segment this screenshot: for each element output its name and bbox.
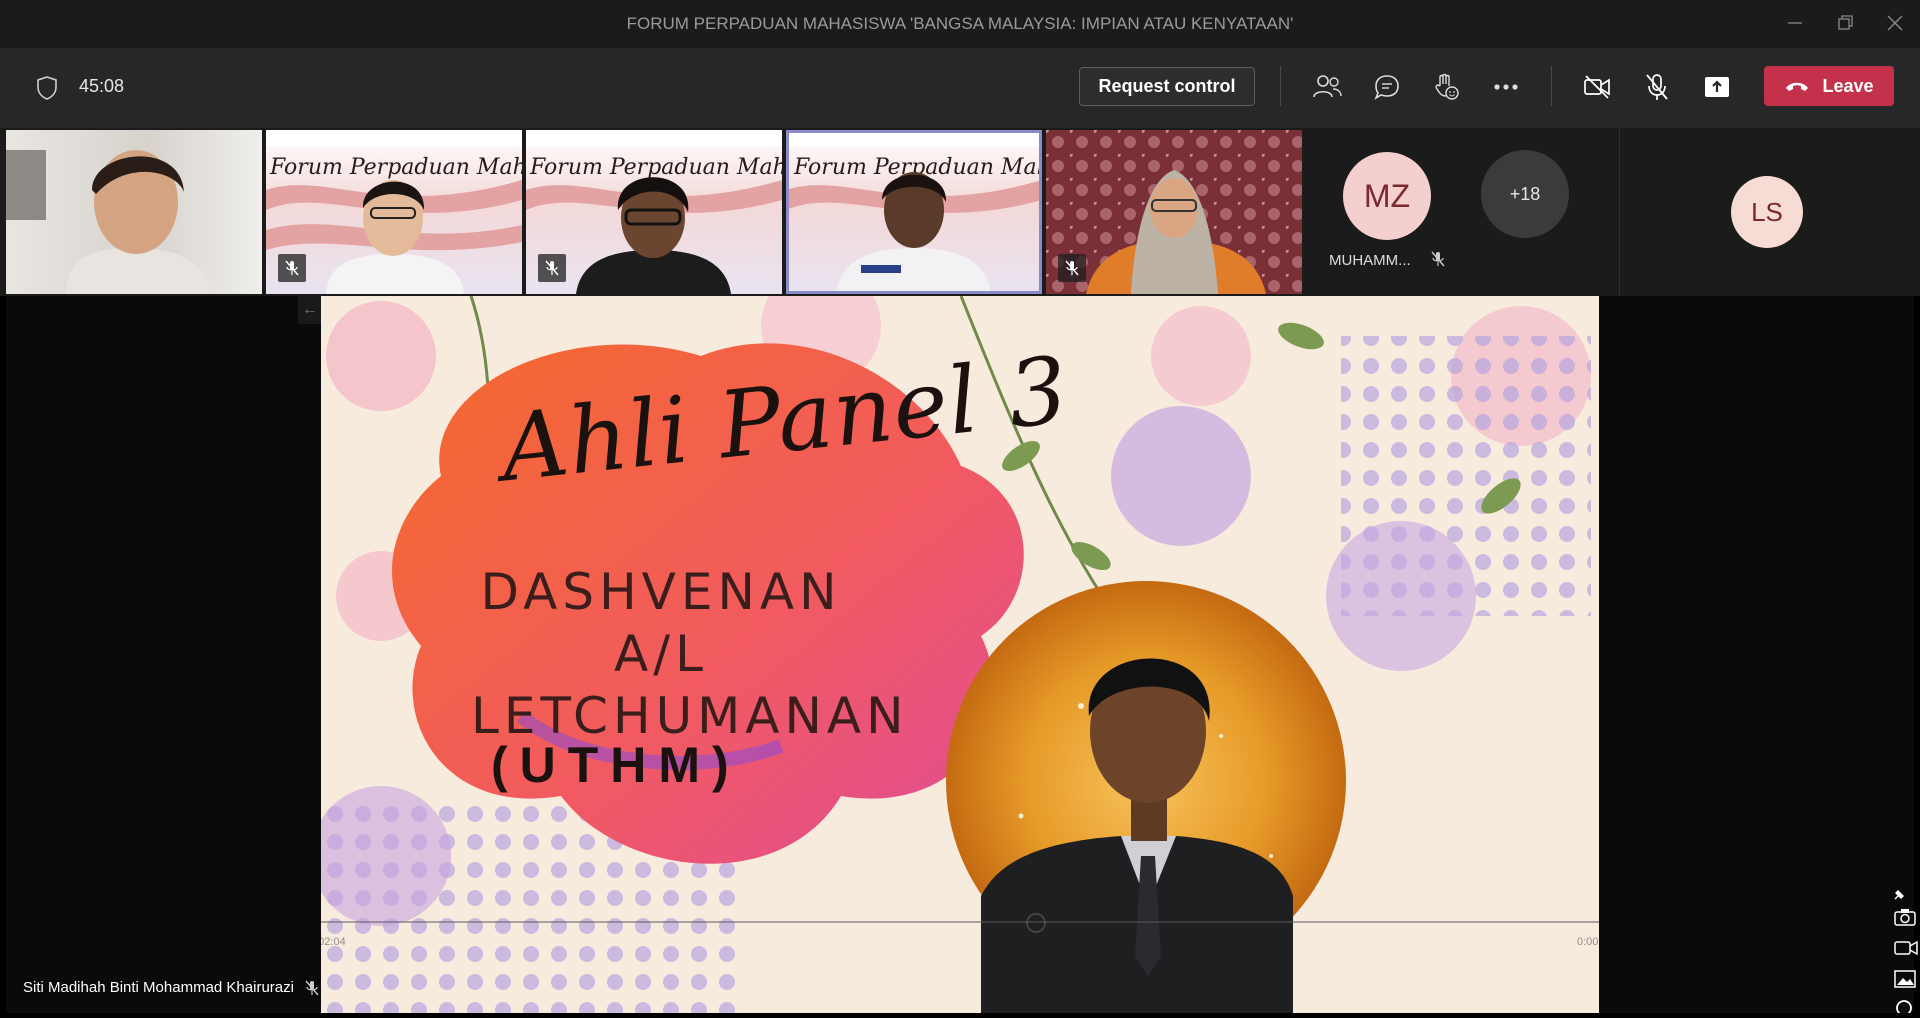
- camera-capture-icon[interactable]: [1894, 908, 1916, 931]
- participant-avatar[interactable]: LS: [1731, 176, 1803, 248]
- main-stage: ← Ahli Panel 3 DASHVENAN A/L LETCHUMANAN…: [0, 296, 1920, 1016]
- strip-divider: [1619, 128, 1620, 296]
- media-progress-bar[interactable]: [321, 921, 1599, 923]
- slide-university: (UTHM): [491, 737, 741, 793]
- restore-icon[interactable]: [1833, 10, 1859, 36]
- muted-microphone-icon: [278, 254, 306, 282]
- slide-panelist-name: DASHVENAN A/L LETCHUMANAN: [471, 561, 904, 747]
- muted-microphone-icon: [1430, 250, 1446, 273]
- presenter-name-label: Siti Madihah Binti Mohammad Khairurazi: [23, 979, 294, 996]
- media-duration: 0:00:56: [1577, 936, 1599, 948]
- tile-banner: Forum Perpaduan Mahasiswa: [269, 155, 522, 180]
- shield-icon: [36, 75, 58, 101]
- close-icon[interactable]: [1882, 10, 1908, 36]
- settings-icon[interactable]: [1894, 998, 1914, 1018]
- back-arrow-icon[interactable]: ←: [298, 296, 322, 324]
- leave-label: Leave: [1822, 75, 1874, 96]
- leave-button[interactable]: Leave: [1764, 66, 1894, 106]
- participant-video: Forum Perpaduan Mahasiswa: [786, 130, 1042, 294]
- participant-video-tile[interactable]: [1046, 130, 1302, 294]
- camera-off-icon[interactable]: [1580, 70, 1614, 104]
- participant-video-tile-active[interactable]: Forum Perpaduan Mahasiswa: [786, 130, 1042, 294]
- phone-hangup-icon: [1784, 76, 1810, 97]
- request-control-button[interactable]: Request control: [1079, 67, 1255, 106]
- microphone-off-icon[interactable]: [1640, 70, 1674, 104]
- more-options-icon[interactable]: [1489, 70, 1523, 104]
- toolbar-divider: [1280, 66, 1281, 106]
- participants-icon[interactable]: [1310, 70, 1344, 104]
- participant-video-tile[interactable]: Forum Perpaduan Mahasiswa: [526, 130, 782, 294]
- meeting-timer: 45:08: [79, 76, 125, 96]
- media-elapsed: 0:02:04: [321, 936, 346, 948]
- participant-name: MUHAMM...: [1329, 252, 1411, 269]
- tile-banner: Forum Perpaduan Mahasiswa: [529, 155, 782, 180]
- window-title: FORUM PERPADUAN MAHASISWA 'BANGSA MALAYS…: [626, 14, 1294, 33]
- share-screen-icon[interactable]: [1700, 70, 1734, 104]
- chat-icon[interactable]: [1370, 70, 1404, 104]
- muted-microphone-icon: [538, 254, 566, 282]
- participant-video: [6, 150, 211, 294]
- reactions-icon[interactable]: [1429, 70, 1463, 104]
- participant-video-tile[interactable]: [6, 130, 262, 294]
- minimize-icon[interactable]: [1782, 10, 1808, 36]
- more-participants-badge[interactable]: +18: [1481, 150, 1569, 238]
- media-scrub-handle[interactable]: [1026, 913, 1046, 933]
- toolbar-divider: [1551, 66, 1552, 106]
- participant-video-tile[interactable]: Forum Perpaduan Mahasiswa: [266, 130, 522, 294]
- participant-avatar[interactable]: MZ: [1343, 152, 1431, 240]
- participant-strip: Forum Perpaduan Mahasiswa Forum Perpadua…: [0, 128, 1920, 296]
- muted-microphone-icon: [1058, 254, 1086, 282]
- meeting-toolbar: 45:08 Request control Leave: [0, 48, 1920, 128]
- gallery-icon[interactable]: [1894, 970, 1918, 995]
- shared-video[interactable]: Ahli Panel 3 DASHVENAN A/L LETCHUMANAN (…: [321, 296, 1599, 1013]
- capture-tools: [1888, 882, 1920, 1016]
- muted-microphone-icon: [304, 979, 320, 1002]
- video-capture-icon[interactable]: [1894, 940, 1918, 961]
- title-bar: FORUM PERPADUAN MAHASISWA 'BANGSA MALAYS…: [0, 0, 1920, 48]
- pin-icon[interactable]: [1892, 888, 1906, 907]
- slide-name-line1: DASHVENAN A/L: [480, 563, 842, 683]
